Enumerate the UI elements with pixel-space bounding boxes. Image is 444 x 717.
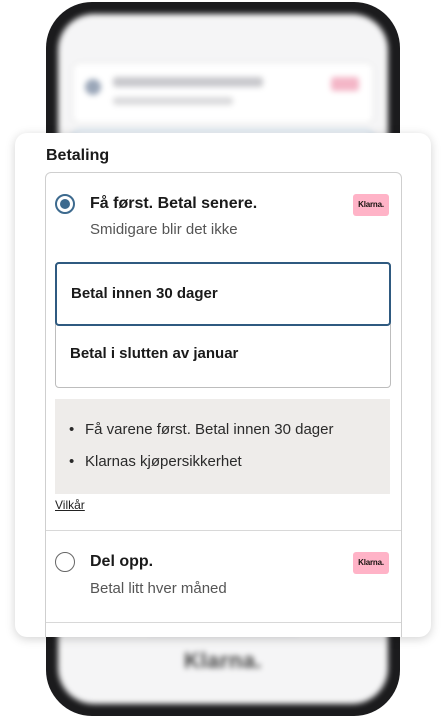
option-subtitle: Betal litt hver måned bbox=[90, 580, 227, 597]
radio-selected-icon[interactable] bbox=[55, 194, 75, 214]
divider bbox=[46, 530, 401, 531]
background-text-line bbox=[113, 97, 233, 105]
plan-label: Betal i slutten av januar bbox=[70, 345, 239, 362]
plan-item-30-days[interactable]: Betal innen 30 dager bbox=[55, 262, 391, 326]
info-bullet: Få varene først. Betal innen 30 dager bbox=[69, 421, 333, 438]
payment-options-group: Få først. Betal senere. Smidigare blir d… bbox=[45, 172, 402, 637]
info-bullet-text: Få varene først. Betal innen 30 dager bbox=[85, 421, 334, 438]
option-subtitle: Smidigare blir det ikke bbox=[90, 221, 238, 238]
background-text-line bbox=[113, 77, 263, 87]
divider bbox=[46, 622, 401, 623]
option-title: Del opp. bbox=[90, 553, 154, 570]
plan-item-end-of-january[interactable]: Betal i slutten av januar bbox=[56, 325, 390, 387]
klarna-logo-icon: Klarna. bbox=[353, 552, 389, 574]
payment-card: Betaling Få først. Betal senere. Smidiga… bbox=[15, 133, 431, 637]
card-title: Betaling bbox=[46, 147, 110, 164]
plan-label: Betal innen 30 dager bbox=[71, 285, 218, 302]
payment-plan-selector: Betal innen 30 dager Betal i slutten av … bbox=[55, 262, 391, 388]
background-badge bbox=[331, 77, 359, 91]
klarna-logo-icon: Klarna. bbox=[353, 194, 389, 216]
plan-info-box: Få varene først. Betal innen 30 dager Kl… bbox=[55, 399, 390, 494]
option-title: Få først. Betal senere. bbox=[90, 195, 258, 212]
radio-unselected-icon[interactable] bbox=[55, 552, 75, 572]
info-bullet-text: Klarnas kjøpersikkerhet bbox=[85, 453, 242, 470]
background-radio bbox=[85, 79, 101, 95]
info-bullet: Klarnas kjøpersikkerhet bbox=[69, 453, 242, 470]
terms-link[interactable]: Vilkår bbox=[55, 498, 85, 512]
background-klarna-logo: Klarna. bbox=[183, 648, 263, 673]
background-option-card bbox=[72, 62, 374, 124]
